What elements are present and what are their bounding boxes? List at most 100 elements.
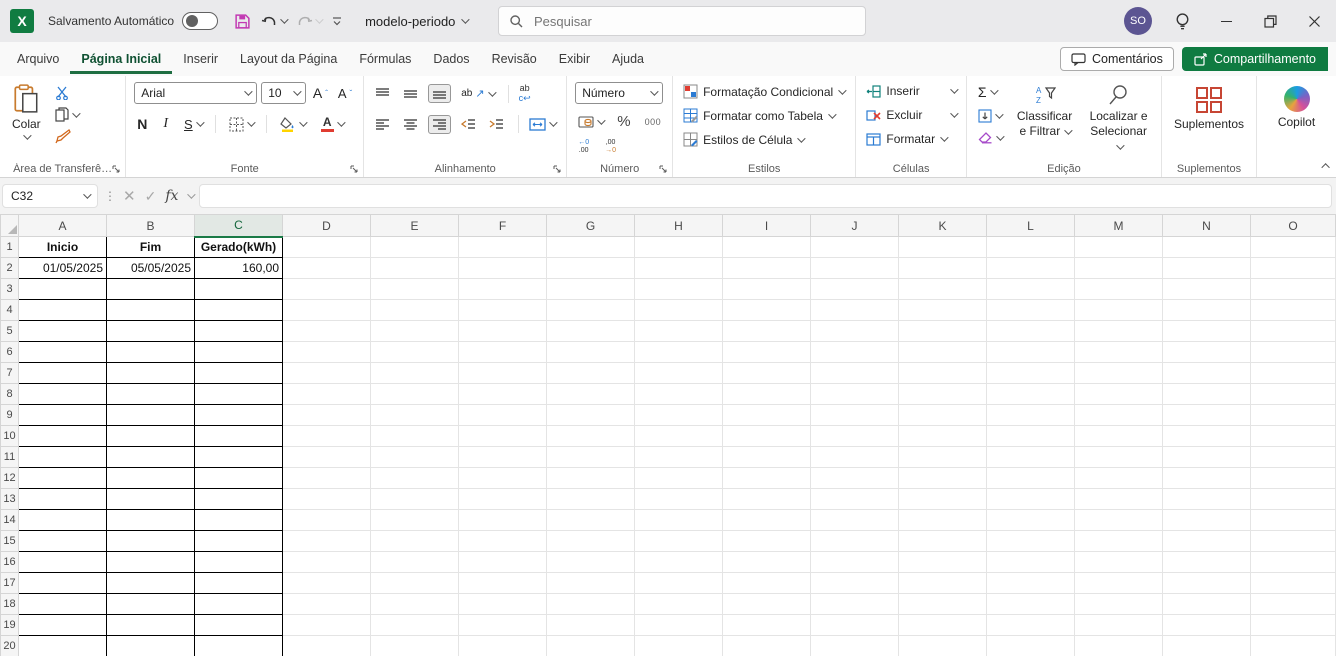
cell-B16[interactable]: [107, 552, 195, 573]
cell-C17[interactable]: [195, 573, 283, 594]
restore-button[interactable]: [1248, 0, 1292, 42]
cell-I18[interactable]: [723, 594, 811, 615]
confirm-entry-icon[interactable]: ✓: [145, 188, 157, 205]
autosum-button[interactable]: Σ: [975, 82, 1005, 102]
cell-C18[interactable]: [195, 594, 283, 615]
cell-H19[interactable]: [635, 615, 723, 636]
copilot-button[interactable]: Copilot: [1265, 84, 1328, 131]
cell-M6[interactable]: [1075, 342, 1163, 363]
cell-D2[interactable]: [283, 258, 371, 279]
borders-dropdown-icon[interactable]: [247, 118, 255, 126]
cell-K1[interactable]: [899, 237, 987, 258]
cell-M10[interactable]: [1075, 426, 1163, 447]
cell-I2[interactable]: [723, 258, 811, 279]
cell-F6[interactable]: [459, 342, 547, 363]
cell-K3[interactable]: [899, 279, 987, 300]
cell-J14[interactable]: [811, 510, 899, 531]
cell-I15[interactable]: [723, 531, 811, 552]
cell-F14[interactable]: [459, 510, 547, 531]
cell-E11[interactable]: [371, 447, 459, 468]
cell-C19[interactable]: [195, 615, 283, 636]
cell-M18[interactable]: [1075, 594, 1163, 615]
cell-F9[interactable]: [459, 405, 547, 426]
bold-button[interactable]: N: [134, 114, 150, 134]
comma-style-button[interactable]: 000: [642, 115, 665, 129]
cell-C1[interactable]: Gerado(kWh): [195, 237, 283, 258]
cell-L13[interactable]: [987, 489, 1075, 510]
cell-K9[interactable]: [899, 405, 987, 426]
cell-G10[interactable]: [547, 426, 635, 447]
cell-L14[interactable]: [987, 510, 1075, 531]
cell-B11[interactable]: [107, 447, 195, 468]
cell-G18[interactable]: [547, 594, 635, 615]
cell-B18[interactable]: [107, 594, 195, 615]
conditional-formatting-button[interactable]: Formatação Condicional: [681, 82, 847, 101]
cell-K12[interactable]: [899, 468, 987, 489]
cell-H14[interactable]: [635, 510, 723, 531]
cell-O12[interactable]: [1251, 468, 1336, 489]
cell-N5[interactable]: [1163, 321, 1251, 342]
cell-D19[interactable]: [283, 615, 371, 636]
cell-C2[interactable]: 160,00: [195, 258, 283, 279]
row-header-4[interactable]: 4: [1, 300, 19, 321]
cell-C3[interactable]: [195, 279, 283, 300]
cell-G20[interactable]: [547, 636, 635, 656]
row-header-1[interactable]: 1: [1, 237, 19, 258]
cell-M2[interactable]: [1075, 258, 1163, 279]
cell-D13[interactable]: [283, 489, 371, 510]
cell-G3[interactable]: [547, 279, 635, 300]
font-color-button[interactable]: A: [318, 114, 346, 134]
cell-O2[interactable]: [1251, 258, 1336, 279]
cell-O7[interactable]: [1251, 363, 1336, 384]
cell-O8[interactable]: [1251, 384, 1336, 405]
cell-F18[interactable]: [459, 594, 547, 615]
cell-M8[interactable]: [1075, 384, 1163, 405]
cell-G1[interactable]: [547, 237, 635, 258]
cell-J12[interactable]: [811, 468, 899, 489]
cell-F5[interactable]: [459, 321, 547, 342]
row-header-11[interactable]: 11: [1, 447, 19, 468]
align-right-button[interactable]: [428, 115, 451, 134]
autosave-control[interactable]: Salvamento Automático: [48, 12, 218, 30]
cell-K7[interactable]: [899, 363, 987, 384]
cell-A18[interactable]: [19, 594, 107, 615]
cell-O14[interactable]: [1251, 510, 1336, 531]
paste-button[interactable]: Colar: [8, 82, 45, 144]
italic-button[interactable]: I: [160, 114, 171, 134]
column-header-J[interactable]: J: [811, 215, 899, 237]
undo-button[interactable]: [261, 14, 286, 29]
cell-K13[interactable]: [899, 489, 987, 510]
increase-indent-button[interactable]: [486, 116, 507, 132]
delete-cells-button[interactable]: Excluir: [864, 106, 957, 124]
row-header-6[interactable]: 6: [1, 342, 19, 363]
tab-exibir[interactable]: Exibir: [548, 45, 601, 74]
cell-N17[interactable]: [1163, 573, 1251, 594]
cell-E13[interactable]: [371, 489, 459, 510]
find-select-dropdown-icon[interactable]: [1116, 141, 1124, 149]
cell-A10[interactable]: [19, 426, 107, 447]
cell-N1[interactable]: [1163, 237, 1251, 258]
cell-H12[interactable]: [635, 468, 723, 489]
decrease-font-size-button[interactable]: Aˇ: [335, 84, 355, 103]
cell-D9[interactable]: [283, 405, 371, 426]
row-header-17[interactable]: 17: [1, 573, 19, 594]
cell-M1[interactable]: [1075, 237, 1163, 258]
cell-N16[interactable]: [1163, 552, 1251, 573]
cell-H11[interactable]: [635, 447, 723, 468]
fill-button[interactable]: [975, 107, 1005, 125]
align-bottom-button[interactable]: [428, 84, 451, 103]
cell-J1[interactable]: [811, 237, 899, 258]
cell-N19[interactable]: [1163, 615, 1251, 636]
cell-H17[interactable]: [635, 573, 723, 594]
cell-A12[interactable]: [19, 468, 107, 489]
cell-E8[interactable]: [371, 384, 459, 405]
tab-layout-da-página[interactable]: Layout da Página: [229, 45, 348, 74]
cell-G17[interactable]: [547, 573, 635, 594]
addins-button[interactable]: Suplementos: [1170, 84, 1248, 133]
cell-K5[interactable]: [899, 321, 987, 342]
sort-filter-dropdown-icon[interactable]: [1064, 126, 1072, 134]
cell-N6[interactable]: [1163, 342, 1251, 363]
cell-B12[interactable]: [107, 468, 195, 489]
cell-O18[interactable]: [1251, 594, 1336, 615]
collapse-ribbon-button[interactable]: [1324, 156, 1330, 174]
